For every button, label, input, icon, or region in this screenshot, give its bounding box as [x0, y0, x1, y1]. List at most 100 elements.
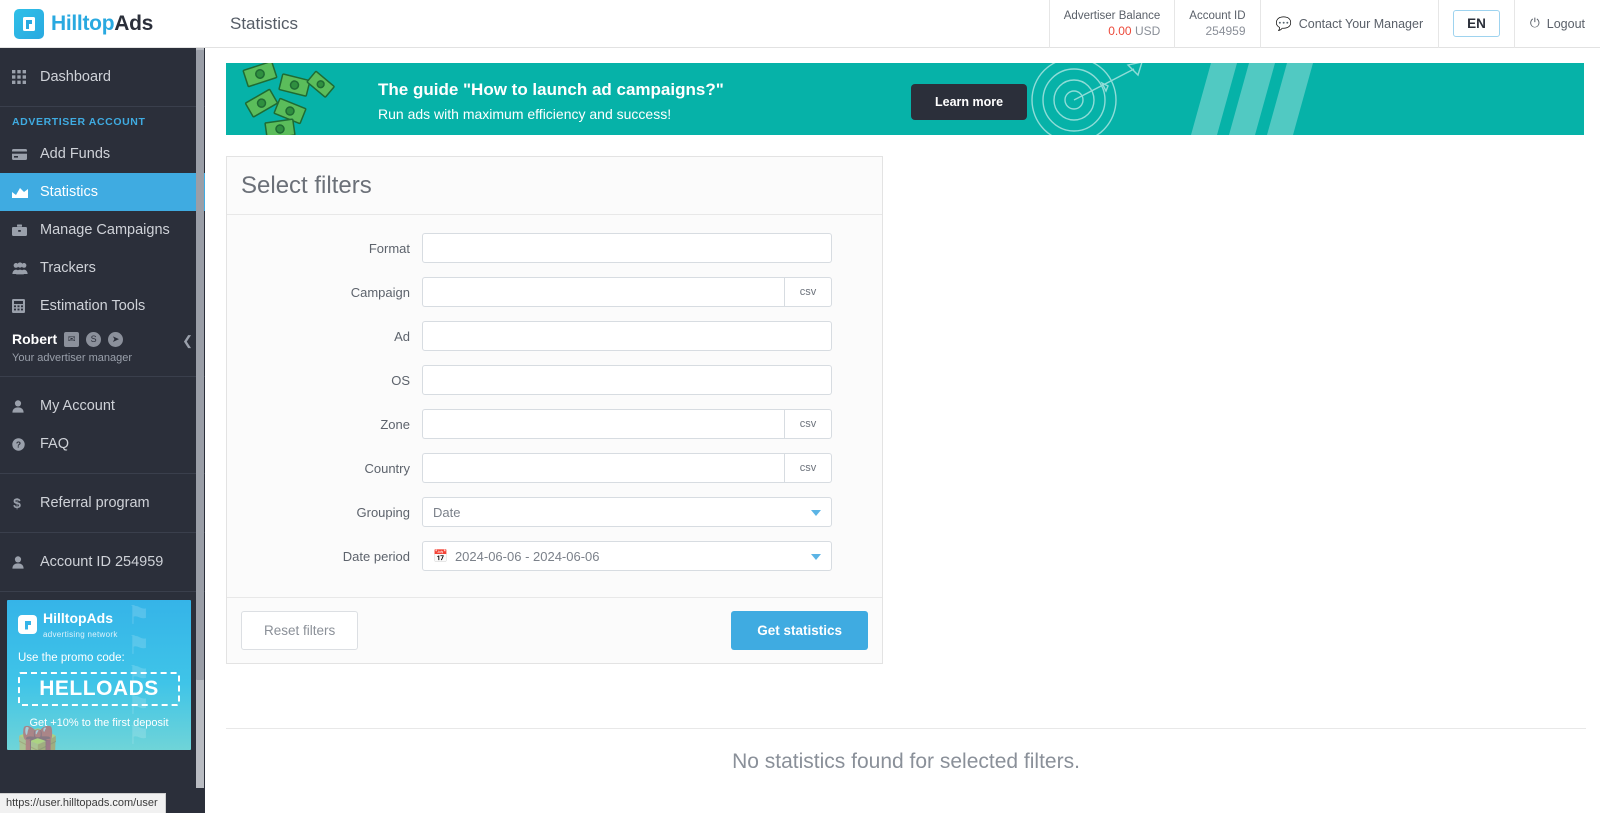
promo-flag-icon — [18, 615, 37, 634]
filter-control — [422, 233, 832, 263]
filter-row-format: Format — [227, 233, 832, 263]
sidebar-item-account-id[interactable]: Account ID 254959 — [0, 543, 205, 581]
browser-status-url: https://user.hilltopads.com/user — [0, 793, 166, 813]
skype-icon[interactable]: S — [86, 331, 102, 347]
learn-more-button[interactable]: Learn more — [911, 84, 1028, 120]
manager-subtitle: Your advertiser manager — [12, 352, 133, 364]
filter-row-date-period: Date period 📅 2024-06-06 - 2024-06-06 — [227, 541, 832, 571]
account-id-label: Account ID — [1189, 9, 1246, 22]
format-input[interactable] — [422, 233, 832, 263]
filter-row-ad: Ad — [227, 321, 832, 351]
user-icon — [12, 399, 38, 413]
nav-spacer-7 — [0, 581, 205, 591]
contact-manager-button[interactable]: 💬 Contact Your Manager — [1259, 0, 1439, 48]
get-statistics-button[interactable]: Get statistics — [731, 611, 868, 650]
campaign-input[interactable] — [422, 277, 784, 307]
sidebar-item-label: Dashboard — [40, 69, 111, 85]
language-button[interactable]: EN — [1453, 10, 1500, 37]
brand-name-part2: Ads — [114, 11, 153, 35]
campaign-csv-button[interactable]: csv — [784, 277, 832, 307]
ad-input[interactable] — [422, 321, 832, 351]
sidebar-scrollbar-thumb[interactable] — [196, 50, 204, 680]
power-icon: ⏻ — [1529, 16, 1540, 30]
filter-label: Format — [368, 240, 410, 256]
svg-text:$: $ — [13, 496, 21, 510]
grouping-select[interactable]: Date — [422, 497, 832, 527]
promo-card: ⚑⚑⚑⚑⚑⚑⚑⚑⚑ HilltopAds advertising network… — [7, 600, 191, 750]
calendar-icon: 📅 — [433, 549, 448, 563]
balance-currency: USD — [1134, 23, 1161, 38]
nav-spacer-dashboard — [0, 96, 205, 106]
zone-input[interactable] — [422, 409, 784, 439]
filter-row-os: OS — [227, 365, 832, 395]
sidebar-item-label: FAQ — [40, 436, 70, 452]
nav-spacer-4 — [0, 474, 205, 484]
filter-row-zone: Zone csv — [227, 409, 832, 439]
sidebar-item-label: Estimation Tools — [40, 298, 146, 314]
sidebar-item-estimation-tools[interactable]: Estimation Tools — [0, 287, 205, 325]
filter-label: Country — [364, 460, 410, 476]
advertiser-balance-value: 0.00 USD — [1108, 24, 1160, 38]
filter-control: csv — [422, 277, 832, 307]
sidebar-item-manage-campaigns[interactable]: Manage Campaigns — [0, 211, 205, 249]
os-input[interactable] — [422, 365, 832, 395]
zone-csv-button[interactable]: csv — [784, 409, 832, 439]
filter-label: Zone — [380, 416, 410, 432]
sidebar-item-faq[interactable]: ? FAQ — [0, 425, 205, 463]
promo-logo-subtitle: advertising network — [43, 630, 118, 639]
manager-name: Robert — [12, 331, 58, 347]
chevron-down-icon — [811, 554, 821, 560]
promo-logo: HilltopAds advertising network — [18, 610, 180, 639]
country-csv-button[interactable]: csv — [784, 453, 832, 483]
email-icon[interactable]: ✉ — [64, 331, 80, 347]
sidebar-item-add-funds[interactable]: Add Funds — [0, 135, 205, 173]
date-period-value: 2024-06-06 - 2024-06-06 — [454, 548, 600, 564]
select-filters-card: Select filters Format Campaign csv Ad OS… — [226, 156, 883, 664]
sidebar-item-label: Referral program — [40, 495, 150, 511]
sidebar-collapse-icon[interactable]: ❮ — [182, 333, 193, 349]
sidebar-item-my-account[interactable]: My Account — [0, 387, 205, 425]
logout-label: Logout — [1546, 16, 1585, 31]
date-period-picker[interactable]: 📅 2024-06-06 - 2024-06-06 — [422, 541, 832, 571]
country-input[interactable] — [422, 453, 784, 483]
decorative-stripes — [1191, 63, 1313, 135]
filter-row-grouping: Grouping Date — [227, 497, 832, 527]
filters-card-header: Select filters — [227, 157, 882, 215]
promo-logo-text: HilltopAds advertising network — [43, 610, 118, 639]
promo-banner[interactable]: ⚑⚑⚑⚑⚑⚑⚑⚑⚑ HilltopAds advertising network… — [0, 592, 205, 750]
gift-icon: 🎁 — [15, 725, 60, 751]
promo-guide-banner[interactable]: The guide "How to launch ad campaigns?" … — [226, 63, 1584, 135]
header-account-id: Account ID 254959 — [1174, 0, 1259, 48]
grouping-select-value: Date — [433, 504, 461, 520]
banner-headline: The guide "How to launch ad campaigns?" — [378, 80, 724, 99]
reset-filters-button[interactable]: Reset filters — [241, 611, 359, 650]
hilltopads-flag-icon — [14, 8, 44, 39]
main-content: The guide "How to launch ad campaigns?" … — [205, 48, 1600, 813]
filters-form: Format Campaign csv Ad OS Zone csv Count… — [227, 215, 882, 597]
sidebar-item-statistics[interactable]: Statistics — [0, 173, 205, 211]
manager-block: Robert ✉ S ➤ Your advertiser manager ❮ — [0, 325, 205, 376]
users-icon — [12, 261, 38, 275]
nav-spacer-top — [0, 48, 205, 58]
sidebar-item-dashboard[interactable]: Dashboard — [0, 58, 205, 96]
filters-card-footer: Reset filters Get statistics — [227, 597, 882, 663]
logout-button[interactable]: ⏻ Logout — [1513, 0, 1600, 48]
filter-control: 📅 2024-06-06 - 2024-06-06 — [422, 541, 832, 571]
question-circle-icon: ? — [12, 437, 38, 451]
filter-label: Campaign — [350, 284, 410, 300]
banner-text: The guide "How to launch ad campaigns?" … — [378, 80, 724, 122]
dollar-icon: $ — [12, 496, 38, 510]
sidebar-group-title: ADVERTISER ACCOUNT — [12, 116, 146, 128]
filter-label: Date period — [342, 548, 410, 564]
filter-control — [422, 365, 832, 395]
sidebar-item-label: Statistics — [40, 184, 99, 200]
filter-control — [422, 321, 832, 351]
promo-code: HELLOADS — [18, 672, 180, 706]
sidebar-item-referral-program[interactable]: $ Referral program — [0, 484, 205, 522]
advertiser-balance-label: Advertiser Balance — [1063, 9, 1161, 22]
advertiser-balance: Advertiser Balance 0.00 USD — [1048, 0, 1175, 48]
telegram-icon[interactable]: ➤ — [108, 331, 124, 347]
credit-card-icon — [12, 148, 38, 161]
brand-logo[interactable]: HilltopAds — [0, 0, 205, 48]
sidebar-item-trackers[interactable]: Trackers — [0, 249, 205, 287]
